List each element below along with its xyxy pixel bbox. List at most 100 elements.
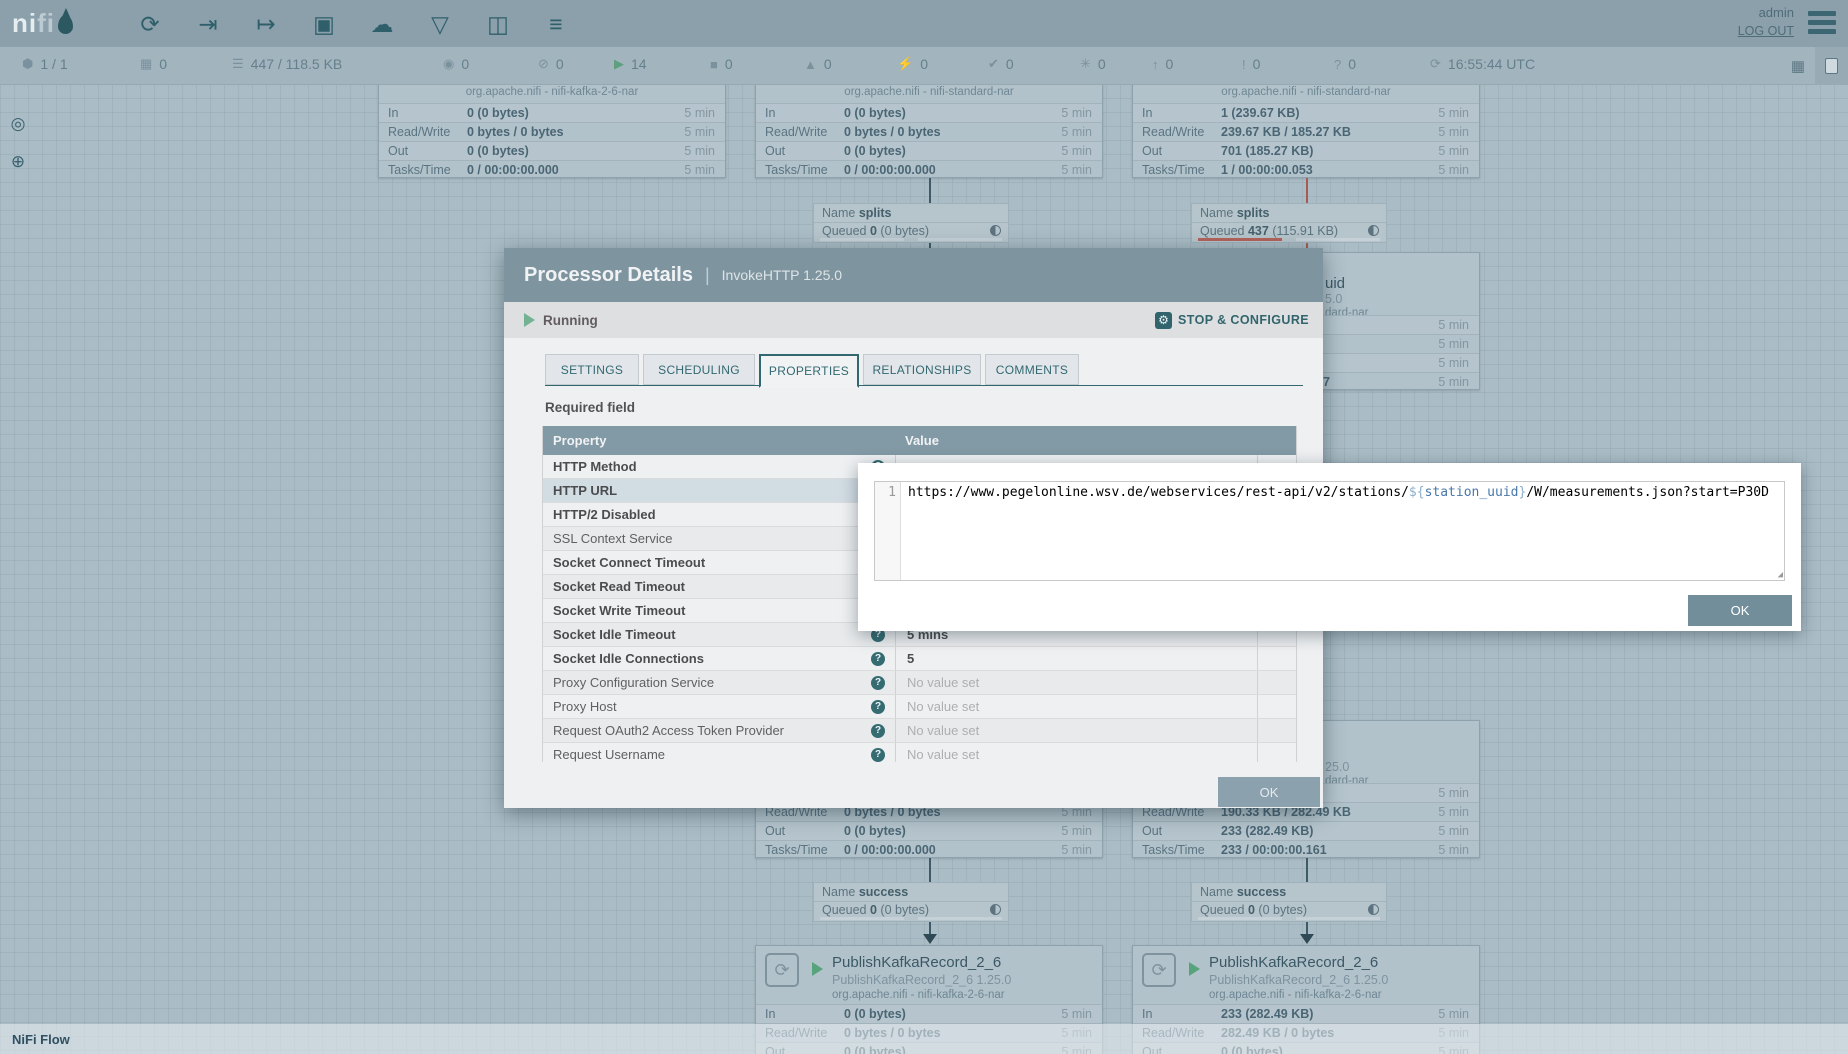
transmitting-remote-groups-icon: ◉ <box>443 56 454 72</box>
percent-full-icon <box>990 225 1001 236</box>
processor-version: PublishKafkaRecord_2_6 1.25.0 <box>1209 973 1388 987</box>
processor-stat-row: Read/Write0 bytes / 0 bytes5 min <box>756 122 1102 141</box>
nifi-droplet-icon <box>58 15 73 34</box>
global-menu-icon[interactable] <box>1808 11 1836 34</box>
processor-stat-row: In0 (0 bytes)5 min <box>379 103 725 122</box>
label-icon[interactable]: ≡ <box>539 7 573 41</box>
connection-label[interactable]: Name successQueued 0 (0 bytes) <box>1191 882 1387 922</box>
not-transmitting-remote-groups-icon: ⊘ <box>538 56 549 72</box>
status-locally-modified-stale-versions: !0 <box>1242 56 1260 72</box>
notes-panel[interactable] <box>1815 47 1848 85</box>
url-value-input[interactable]: https://www.pegelonline.wsv.de/webservic… <box>901 482 1784 580</box>
grid-toggle-icon[interactable]: ▦ <box>1791 57 1805 75</box>
value-editor-popup: 1 https://www.pegelonline.wsv.de/webserv… <box>858 463 1801 631</box>
processor-stat-row: In233 (282.49 KB)5 min <box>1133 1004 1479 1023</box>
object-threshold-bar <box>1198 917 1282 920</box>
connection-label[interactable]: Name splitsQueued 437 (115.91 KB) <box>1191 203 1387 243</box>
process-group-icon[interactable]: ▣ <box>307 7 341 41</box>
size-threshold-bar <box>918 238 1002 241</box>
processor-stat-row: In1 (239.67 KB)5 min <box>1133 103 1479 122</box>
logout-link[interactable]: LOG OUT <box>1738 22 1794 40</box>
connection-name: Name splits <box>1192 204 1386 223</box>
processor-bundle: org.apache.nifi - nifi-standard-nar <box>1133 86 1479 103</box>
connection-label[interactable]: Name splitsQueued 0 (0 bytes) <box>813 203 1009 243</box>
stopped-components-icon: ■ <box>710 57 718 72</box>
running-icon <box>1189 962 1200 976</box>
value-editor: 1 https://www.pegelonline.wsv.de/webserv… <box>874 481 1785 581</box>
breadcrumb[interactable]: NiFi Flow <box>12 1032 70 1047</box>
locally-modified-stale-versions-icon: ! <box>1242 57 1246 72</box>
connection-name: Name success <box>814 883 1008 902</box>
refresh-icon[interactable]: ⟳ <box>1430 56 1441 72</box>
operate-palette-toggle[interactable]: ⊕ <box>6 150 30 174</box>
connection-name: Name splits <box>814 204 1008 223</box>
connection-arrow-icon <box>1300 934 1314 944</box>
processor-icon: ⟳ <box>1142 953 1176 987</box>
cluster-nodes-icon: ⬢ <box>22 56 33 72</box>
resize-handle-icon[interactable]: ◢ <box>1778 570 1783 580</box>
current-user-label: admin <box>1738 4 1794 22</box>
processor-stat-row: Out233 (282.49 KB)5 min <box>1133 821 1479 840</box>
connection-name: Name success <box>1192 883 1386 902</box>
last-refresh[interactable]: ⟳16:55:44 UTC <box>1430 56 1535 72</box>
logo-text: ni <box>12 8 37 39</box>
processor-stat-row: Read/Write239.67 KB / 185.27 KB5 min <box>1133 122 1479 141</box>
processor-title: PublishKafkaRecord_2_6 <box>1209 954 1378 971</box>
breadcrumb-bar: NiFi Flow <box>0 1024 1848 1054</box>
note-icon <box>1825 58 1838 74</box>
processor-title: PublishKafkaRecord_2_6 <box>832 954 1001 971</box>
processor-stat-row: Tasks/Time0 / 00:00:00.0005 min <box>756 840 1102 859</box>
expression-open: ${ <box>1409 485 1425 500</box>
app-header: nifi ⟳⇥↦▣☁▽◫≡ admin LOG OUT <box>0 0 1848 47</box>
status-sync-failure-versions: ?0 <box>1334 56 1356 72</box>
queued-data-icon: ☰ <box>232 56 244 72</box>
processor-stat-row: In0 (0 bytes)5 min <box>756 103 1102 122</box>
processor-stat-row: Out0 (0 bytes)5 min <box>756 821 1102 840</box>
size-threshold-bar <box>918 917 1002 920</box>
url-suffix: /W/measurements.json?start=P30D <box>1526 485 1769 500</box>
funnel-icon[interactable]: ▽ <box>423 7 457 41</box>
locally-modified-versions-icon: ✳ <box>1080 56 1091 72</box>
processor-icon[interactable]: ⟳ <box>133 7 167 41</box>
status-locally-modified-versions: ✳0 <box>1080 56 1106 72</box>
status-invalid-components: ▲0 <box>804 56 832 72</box>
nifi-application: org.apache.nifi - nifi-kafka-2-6-narIn0 … <box>0 0 1848 1054</box>
status-not-transmitting-remote-groups: ⊘0 <box>538 56 564 72</box>
processor-title: uid <box>1325 275 1345 292</box>
active-threads-icon: ▦ <box>140 56 152 72</box>
processor-stat-row: Out701 (185.27 KB)5 min <box>1133 141 1479 160</box>
processor-icon: ⟳ <box>765 953 799 987</box>
status-stale-versions: ↑0 <box>1152 56 1173 72</box>
size-threshold-bar <box>1296 917 1380 920</box>
stale-versions-icon: ↑ <box>1152 57 1159 72</box>
url-prefix: https://www.pegelonline.wsv.de/webservic… <box>908 485 1409 500</box>
processor-bundle: org.apache.nifi - nifi-kafka-2-6-nar <box>1209 989 1382 1001</box>
status-active-threads: ▦0 <box>140 56 167 72</box>
processor-stat-row: Out0 (0 bytes)5 min <box>379 141 725 160</box>
output-port-icon[interactable]: ↦ <box>249 7 283 41</box>
invalid-components-icon: ▲ <box>804 57 817 72</box>
input-port-icon[interactable]: ⇥ <box>191 7 225 41</box>
status-up-to-date-versions: ✔0 <box>988 56 1014 72</box>
remote-process-group-icon[interactable]: ☁ <box>365 7 399 41</box>
processor-stat-row: Out0 (0 bytes)5 min <box>756 141 1102 160</box>
up-to-date-versions-icon: ✔ <box>988 56 999 72</box>
template-icon[interactable]: ◫ <box>481 7 515 41</box>
object-threshold-bar <box>1198 238 1282 241</box>
percent-full-icon <box>1368 225 1379 236</box>
processor-bundle: org.apache.nifi - nifi-kafka-2-6-nar <box>379 86 725 103</box>
processor-version: 5.0 <box>1325 292 1342 306</box>
line-number-gutter: 1 <box>875 482 901 580</box>
status-bar: ▦ ⬢1 / 1▦0☰447 / 118.5 KB◉0⊘0▶14■0▲0⚡0✔0… <box>0 47 1848 85</box>
status-queued-data: ☰447 / 118.5 KB <box>232 56 342 72</box>
component-toolbar: ⟳ ⇥ ↦ ▣ ☁ ▽ ◫ ≡ <box>133 7 573 41</box>
connection-label[interactable]: Name successQueued 0 (0 bytes) <box>813 882 1009 922</box>
percent-full-icon <box>1368 904 1379 915</box>
popup-ok-button[interactable]: OK <box>1688 595 1792 626</box>
status-transmitting-remote-groups: ◉0 <box>443 56 469 72</box>
processor-bundle: org.apache.nifi - nifi-standard-nar <box>756 86 1102 103</box>
percent-full-icon <box>990 904 1001 915</box>
status-running-components: ▶14 <box>614 56 647 72</box>
expression-variable: station_uuid <box>1425 485 1519 500</box>
navigate-palette-toggle[interactable]: ◎ <box>6 112 30 136</box>
